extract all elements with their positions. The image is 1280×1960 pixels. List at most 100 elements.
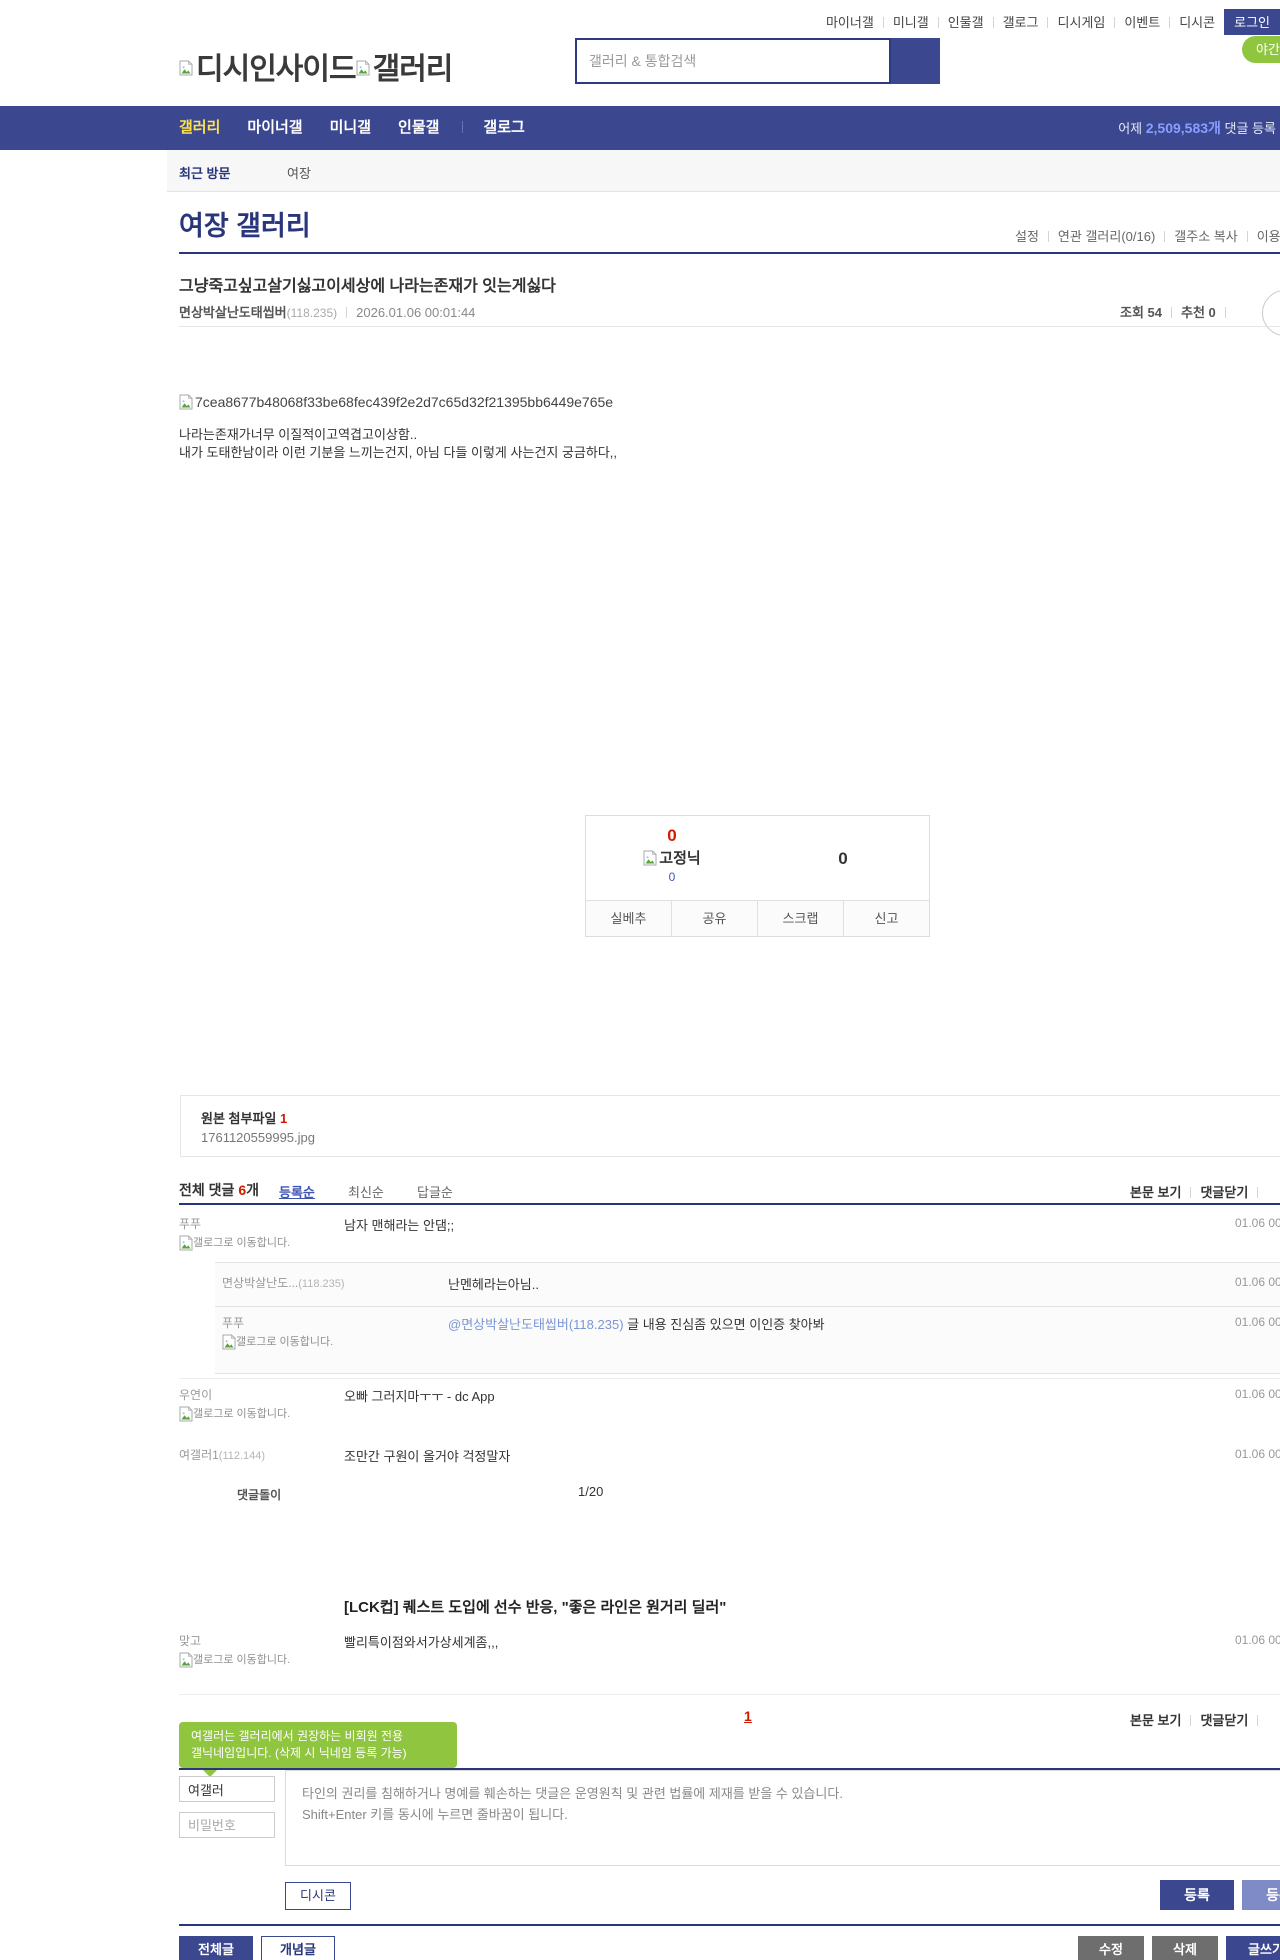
view-post-button[interactable]: 본문 보기 [1130, 1185, 1181, 1200]
top-link-minor[interactable]: 마이너갤 [826, 15, 874, 30]
concept-posts-button[interactable]: 개념글 [261, 1936, 335, 1960]
post-broken-image: 7cea8677b48068f33be68fec439f2e2d7c65d32f… [179, 394, 613, 410]
comment-time: 01.06 00 [1235, 1447, 1280, 1461]
comment-divider [179, 1694, 1280, 1695]
gallog-link[interactable]: 갤로그로 이동합니다. [222, 1334, 340, 1350]
delete-button[interactable]: 삭제 [1152, 1936, 1218, 1960]
top-link-mini[interactable]: 미니갤 [893, 15, 929, 30]
fixed-nick-count: 0 [668, 870, 676, 884]
bot-headline-link[interactable]: [LCK컵] 퀘스트 도입에 선수 반응, "좋은 라인은 원거리 딜러" [344, 1596, 726, 1617]
commenter-nick[interactable]: 맞고 [179, 1632, 329, 1649]
guide-link[interactable]: 이용안내 [1257, 229, 1280, 244]
broken-image-icon [179, 394, 193, 410]
submit-comment-button-secondary[interactable]: 등록 [1242, 1880, 1280, 1910]
comment-text: @면상박살난도태씹버(118.235) 글 내용 진심좀 있으면 이인증 찾아봐 [448, 1317, 825, 1332]
gallog-link[interactable]: 갤로그로 이동합니다. [179, 1652, 297, 1668]
comment-time: 01.06 00:0 [1235, 1275, 1280, 1289]
all-posts-button[interactable]: 전체글 [179, 1936, 253, 1960]
breadcrumb: 최근 방문 여장 [167, 150, 1280, 192]
comment-writer: 우연이 갤로그로 이동합니다. [179, 1386, 329, 1422]
search-button[interactable] [891, 38, 940, 84]
top-link-event[interactable]: 이벤트 [1124, 15, 1160, 30]
login-button[interactable]: 로그인 [1224, 9, 1280, 35]
top-link-dccon[interactable]: 디시콘 [1179, 15, 1215, 30]
fixed-nick-label: 고정닉 [586, 847, 758, 868]
comment-bot-name: 댓글돌이 [237, 1488, 282, 1502]
comments-divider [179, 1203, 1280, 1205]
silbechu-button[interactable]: 실베추 [586, 901, 671, 936]
share-button[interactable]: 공유 [671, 901, 757, 936]
sort-registered[interactable]: 등록순 [279, 1182, 315, 1201]
post-meta: 면상박살난도태씹버(118.235) 2026.01.06 00:01:44 [179, 302, 475, 321]
broken-image-icon [179, 1235, 193, 1251]
dccon-button[interactable]: 디시콘 [285, 1882, 351, 1910]
reply-divider [215, 1306, 1280, 1307]
attachment-filename[interactable]: 1761120559995.jpg [201, 1130, 315, 1145]
password-input[interactable] [179, 1812, 275, 1838]
commenter-nick[interactable]: 우연이 [179, 1386, 329, 1403]
comment-count: 6 [238, 1182, 247, 1198]
comment-time: 01.06 00 [1235, 1387, 1280, 1401]
nav-item-person[interactable]: 인물갤 [398, 119, 439, 136]
commenter-nick[interactable]: 면상박살난도...(118.235) [222, 1274, 345, 1291]
gallog-link[interactable]: 갤로그로 이동합니다. [179, 1406, 297, 1422]
bot-pager[interactable]: 1/20 [578, 1484, 603, 1499]
commenter-nick[interactable]: 여갤러1(112.144) [179, 1446, 265, 1463]
search-box [575, 38, 891, 84]
broken-image-icon [356, 60, 371, 77]
gallery-settings-link[interactable]: 설정 [1015, 229, 1039, 244]
sort-newest[interactable]: 최신순 [348, 1182, 384, 1201]
page-title[interactable]: 여장 갤러리 [179, 204, 311, 243]
site-logo[interactable]: 디시인사이드 갤러리 [179, 44, 453, 88]
night-mode-toggle[interactable]: 야간 모드 [1242, 36, 1280, 63]
upvote-count: 0 [667, 826, 677, 845]
comment-writer: 맞고 갤로그로 이동합니다. [179, 1632, 329, 1668]
post-body-line: 내가 도태한남이라 이런 기분을 느끼는건지, 아님 다들 이렇게 사는건지 궁… [179, 445, 618, 460]
submit-comment-button[interactable]: 등록 [1160, 1880, 1234, 1910]
nav-item-mini[interactable]: 미니갤 [330, 119, 371, 136]
comment-text: 조만간 구원이 올거야 걱정말자 [344, 1449, 511, 1464]
report-button[interactable]: 신고 [843, 901, 929, 936]
post-author-ip: (118.235) [286, 306, 338, 320]
vote-box: 0 고정닉 0 0 실베추 공유 스크랩 신고 [585, 815, 930, 937]
gallog-link[interactable]: 갤로그로 이동합니다. [179, 1235, 297, 1251]
commenter-nick[interactable]: 푸푸 [179, 1215, 329, 1232]
copy-url-link[interactable]: 갤주소 복사 [1174, 229, 1237, 244]
nickname-input[interactable] [179, 1776, 275, 1802]
recent-visit-label[interactable]: 최근 방문 [179, 163, 230, 182]
search-input[interactable] [577, 40, 889, 82]
nav-item-gallery[interactable]: 갤러리 [179, 119, 220, 136]
commenter-nick[interactable]: 푸푸 [222, 1314, 372, 1331]
nav-item-minor[interactable]: 마이너갤 [247, 119, 302, 136]
top-link-gallog[interactable]: 갤로그 [1003, 15, 1039, 30]
downvote-count[interactable]: 0 [757, 816, 929, 902]
breadcrumb-current[interactable]: 여장 [287, 163, 311, 182]
close-comments-button[interactable]: 댓글닫기 [1200, 1713, 1248, 1728]
top-link-dcgame[interactable]: 디시게임 [1057, 15, 1105, 30]
upvote-area[interactable]: 0 고정닉 0 [586, 816, 758, 902]
comments-header: 전체 댓글 6개 [179, 1182, 259, 1198]
mention-link[interactable]: @면상박살난도태씹버(118.235) [448, 1317, 624, 1332]
broken-image-icon [179, 1406, 193, 1422]
edit-button[interactable]: 수정 [1078, 1936, 1144, 1960]
comment-writer: 푸푸 갤로그로 이동합니다. [179, 1215, 329, 1251]
nav-item-gallog[interactable]: 갤로그 [483, 119, 524, 136]
close-comments-button[interactable]: 댓글닫기 [1200, 1185, 1248, 1200]
top-link-person[interactable]: 인물갤 [948, 15, 984, 30]
comment-textarea[interactable]: 타인의 권리를 침해하거나 명예를 훼손하는 댓글은 운영원칙 및 관련 법률에… [285, 1770, 1280, 1866]
broken-image-icon [179, 60, 194, 77]
comment-text: 남자 맨해라는 안댐;; [344, 1218, 455, 1233]
sort-reply[interactable]: 답글순 [417, 1182, 453, 1201]
write-button[interactable]: 글쓰기 [1226, 1936, 1280, 1960]
floating-button-partial[interactable] [1262, 290, 1280, 336]
attachment-box: 원본 첨부파일 1 1761120559995.jpg [180, 1095, 1280, 1157]
comment-page-1[interactable]: 1 [744, 1708, 752, 1724]
related-gallery-link[interactable]: 연관 갤러리(0/16) [1058, 229, 1155, 244]
comments-toolbar-bottom: 본문 보기 댓글닫기 [1130, 1710, 1267, 1729]
nav-comment-stat: 어제 2,509,583개 댓글 등록 [1118, 120, 1276, 136]
gallery-links: 설정 연관 갤러리(0/16) 갤주소 복사 이용안내 [1015, 226, 1280, 245]
post-body-line: 나라는존재가너무 이질적이고역겹고이상함.. [179, 427, 418, 442]
post-author[interactable]: 면상박살난도태씹버 [179, 305, 287, 320]
view-post-button[interactable]: 본문 보기 [1130, 1713, 1181, 1728]
scrap-button[interactable]: 스크랩 [757, 901, 843, 936]
